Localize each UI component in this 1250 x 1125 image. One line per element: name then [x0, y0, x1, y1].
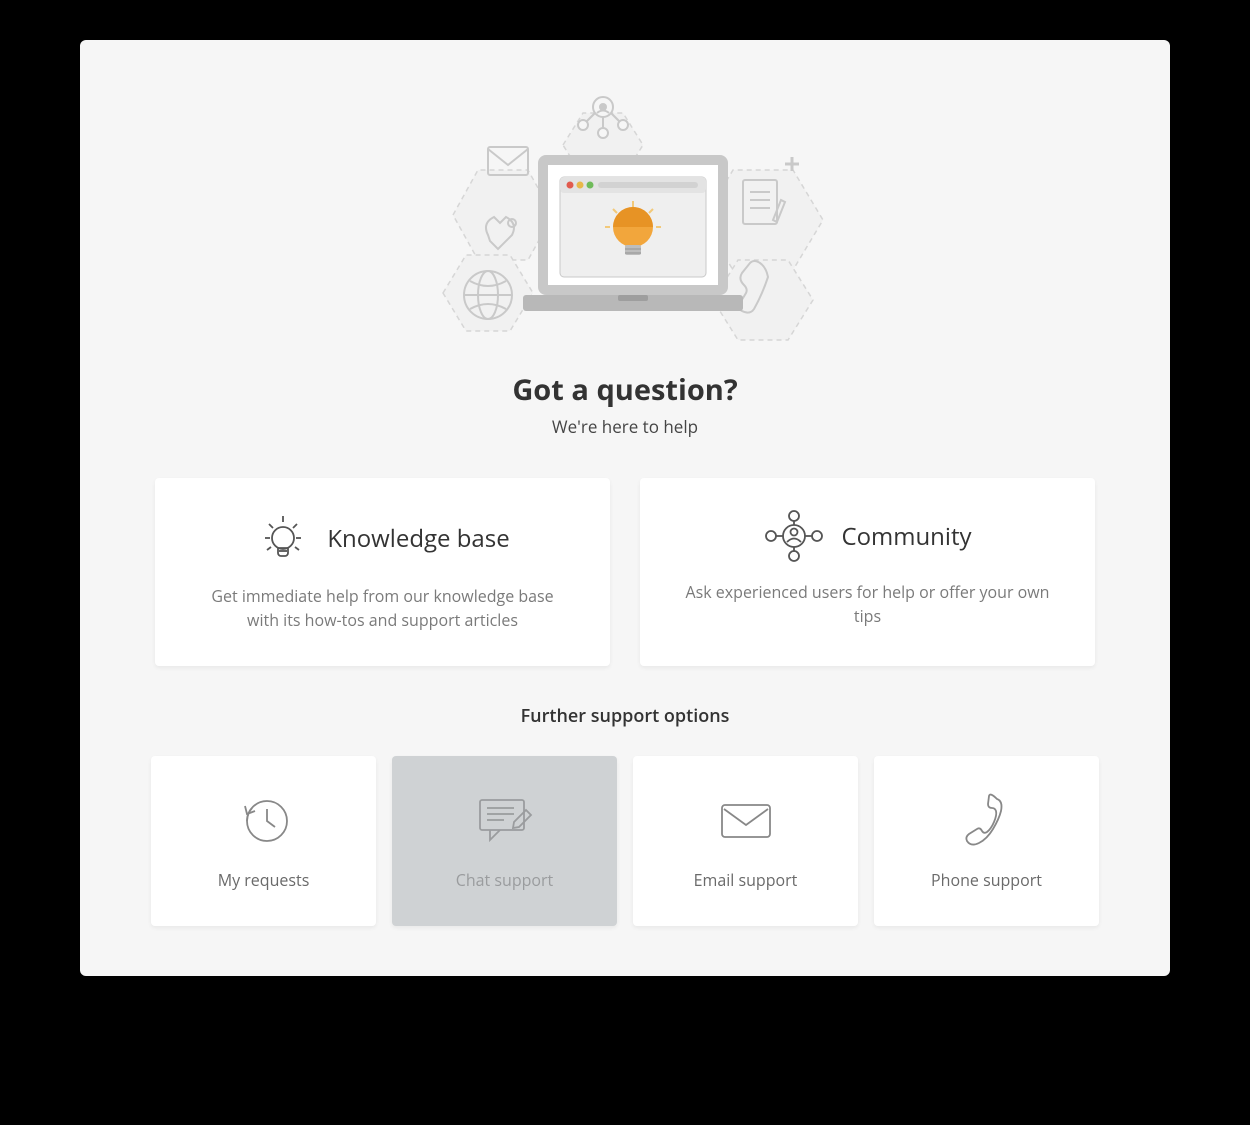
knowledge-base-description: Get immediate help from our knowledge ba…	[198, 584, 568, 632]
history-icon	[235, 791, 293, 851]
my-requests-card[interactable]: My requests	[151, 756, 376, 926]
community-description: Ask experienced users for help or offer …	[683, 580, 1053, 628]
phone-icon	[963, 791, 1011, 851]
phone-support-card[interactable]: Phone support	[874, 756, 1099, 926]
community-icon	[763, 510, 825, 562]
further-options-heading: Further support options	[80, 704, 1170, 728]
phone-support-label: Phone support	[931, 869, 1042, 891]
page-subtitle: We're here to help	[552, 415, 698, 438]
hero: Got a question? We're here to help	[80, 40, 1170, 438]
help-panel: Got a question? We're here to help	[80, 40, 1170, 976]
knowledge-base-title: Knowledge base	[327, 522, 509, 555]
lightbulb-icon	[255, 510, 311, 566]
community-card[interactable]: Community Ask experienced users for help…	[640, 478, 1095, 666]
hero-illustration	[388, 85, 863, 345]
page-title: Got a question?	[512, 370, 737, 409]
envelope-icon	[716, 791, 776, 851]
chat-edit-icon	[474, 791, 536, 851]
community-title: Community	[841, 520, 971, 553]
chat-support-card: Chat support	[392, 756, 617, 926]
option-cards-row: My requests Chat support	[80, 728, 1170, 926]
my-requests-label: My requests	[218, 869, 310, 891]
email-support-card[interactable]: Email support	[633, 756, 858, 926]
email-support-label: Email support	[694, 869, 798, 891]
chat-support-label: Chat support	[456, 869, 554, 891]
primary-cards-row: Knowledge base Get immediate help from o…	[80, 438, 1170, 686]
knowledge-base-card[interactable]: Knowledge base Get immediate help from o…	[155, 478, 610, 666]
